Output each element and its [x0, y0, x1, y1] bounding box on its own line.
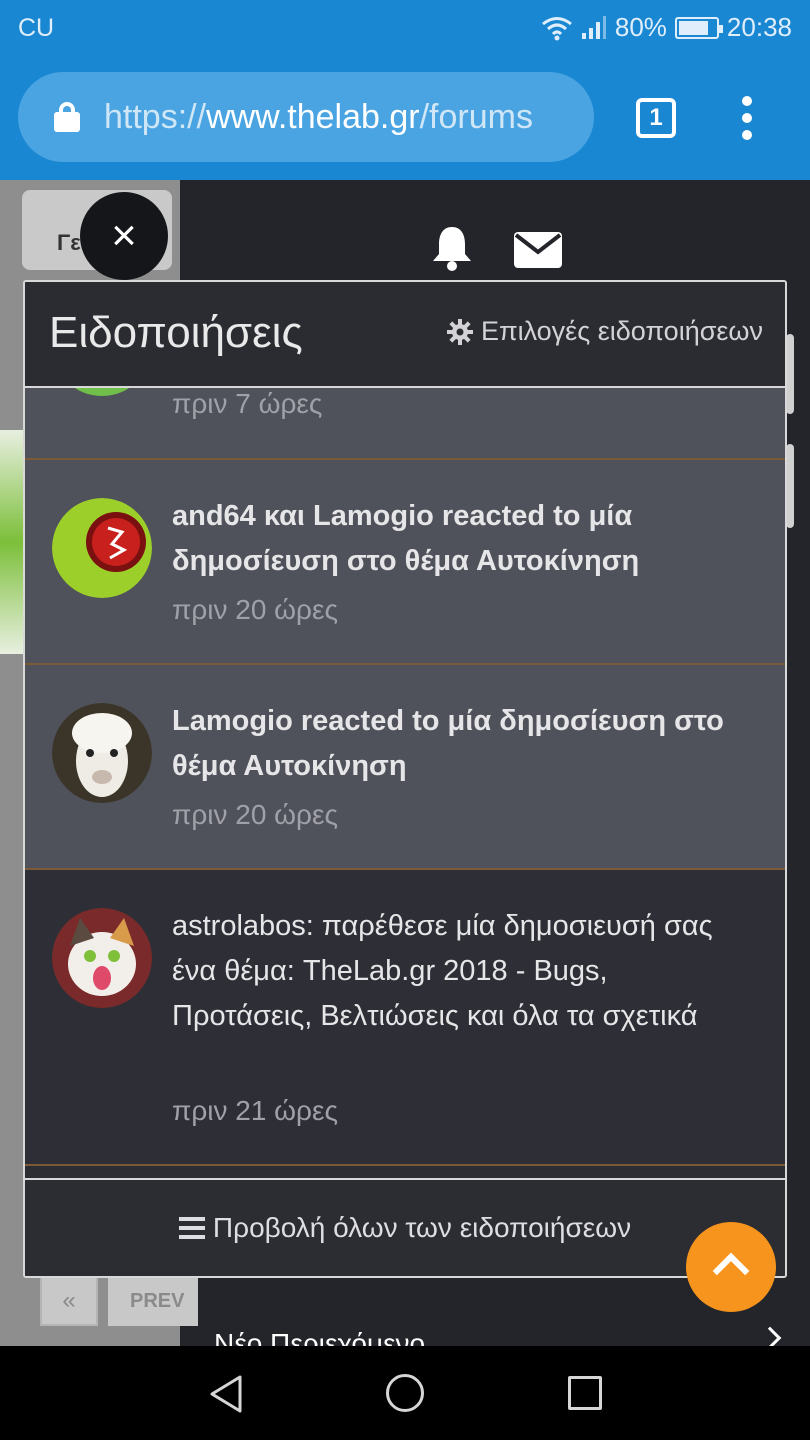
view-all-label: Προβολή όλων των ειδοποιήσεων [212, 1212, 632, 1243]
first-page-button[interactable]: « [40, 1276, 98, 1326]
page-image-fragment [0, 430, 24, 654]
notification-time: πριν 7 ώρες [172, 388, 323, 419]
lock-icon [54, 102, 80, 132]
back-icon[interactable] [208, 1374, 244, 1419]
notification-list[interactable]: πριν 7 ώρες and64 και Lamogio reacted to… [25, 388, 785, 1178]
browser-toolbar: https://www.thelab.gr/forums 1 [0, 56, 810, 180]
list-icon [178, 1217, 205, 1239]
url-scheme: https:// [104, 97, 207, 136]
notification-time: πριν 20 ώρες [172, 594, 338, 625]
scroll-to-top-button[interactable] [686, 1222, 776, 1312]
notification-text: and64 και Lamogio reacted to μία δημοσίε… [172, 500, 640, 577]
avatar [52, 498, 152, 598]
page-edge-element [786, 334, 794, 414]
notification-text: astrolabos: παρέθεσε μία δημοσιευσή σας … [172, 910, 713, 1032]
page-edge-element-2 [786, 444, 794, 528]
breadcrumb-tab-label: Γε [57, 230, 81, 255]
panel-header: Ειδοποιήσεις Επιλογές ειδοποιήσεων [25, 282, 785, 388]
notifications-panel: Ειδοποιήσεις Επιλογές ειδοποιήσεων πριν … [23, 280, 787, 1278]
mail-icon[interactable] [514, 232, 562, 273]
recent-apps-icon[interactable] [568, 1376, 602, 1410]
gear-icon [446, 318, 473, 345]
view-all-notifications-link[interactable]: Προβολή όλων των ειδοποιήσεων [25, 1178, 785, 1276]
avatar [52, 908, 152, 1008]
new-content-link[interactable]: Νέο Περιεχόμενο [214, 1328, 425, 1346]
notification-item[interactable]: astrolabos: παρέθεσε μία δημοσιευσή σας … [25, 870, 785, 1166]
home-icon[interactable] [386, 1374, 424, 1412]
chevron-up-icon [712, 1252, 750, 1290]
overflow-menu-icon[interactable] [740, 96, 754, 140]
notification-item[interactable]: and64 και Lamogio reacted to μία δημοσίε… [25, 460, 785, 665]
notification-options-label: Επιλογές ειδοποιήσεων [480, 316, 763, 346]
avatar [52, 388, 152, 396]
status-icons: 80% 20:38 [541, 12, 792, 43]
notification-time: πριν 21 ώρες [172, 1095, 338, 1126]
carrier-label: CU [18, 14, 55, 42]
bell-icon[interactable] [430, 224, 474, 277]
clock: 20:38 [726, 12, 792, 42]
notification-text: Lamogio reacted to μία δημοσίευση στο θέ… [172, 705, 724, 782]
battery-percent: 80% [614, 12, 667, 42]
system-nav-bar [0, 1346, 810, 1440]
wifi-icon [541, 15, 573, 41]
status-bar: CU 80% 20:38 [0, 0, 810, 56]
notification-options-link[interactable]: Επιλογές ειδοποιήσεων [446, 316, 763, 347]
signal-icon [581, 15, 607, 41]
url-text[interactable]: https://www.thelab.gr/forums [104, 98, 533, 137]
tab-switcher-button[interactable]: 1 [636, 98, 676, 138]
panel-title: Ειδοποιήσεις [49, 308, 303, 357]
url-path: /forums [419, 97, 533, 136]
chevron-right-icon [758, 1326, 782, 1346]
address-bar[interactable]: https://www.thelab.gr/forums [18, 72, 594, 162]
prev-page-button[interactable]: PREV [108, 1276, 198, 1326]
url-host: www.thelab.gr [206, 97, 420, 136]
notification-time: πριν 20 ώρες [172, 799, 338, 830]
avatar [52, 703, 152, 803]
notification-item[interactable]: Lamogio reacted to μία δημοσίευση στο θέ… [25, 665, 785, 870]
battery-fill [678, 20, 708, 35]
notification-item-partial[interactable]: πριν 7 ώρες [25, 388, 785, 460]
close-button[interactable]: × [80, 192, 168, 280]
battery-icon [674, 16, 723, 39]
